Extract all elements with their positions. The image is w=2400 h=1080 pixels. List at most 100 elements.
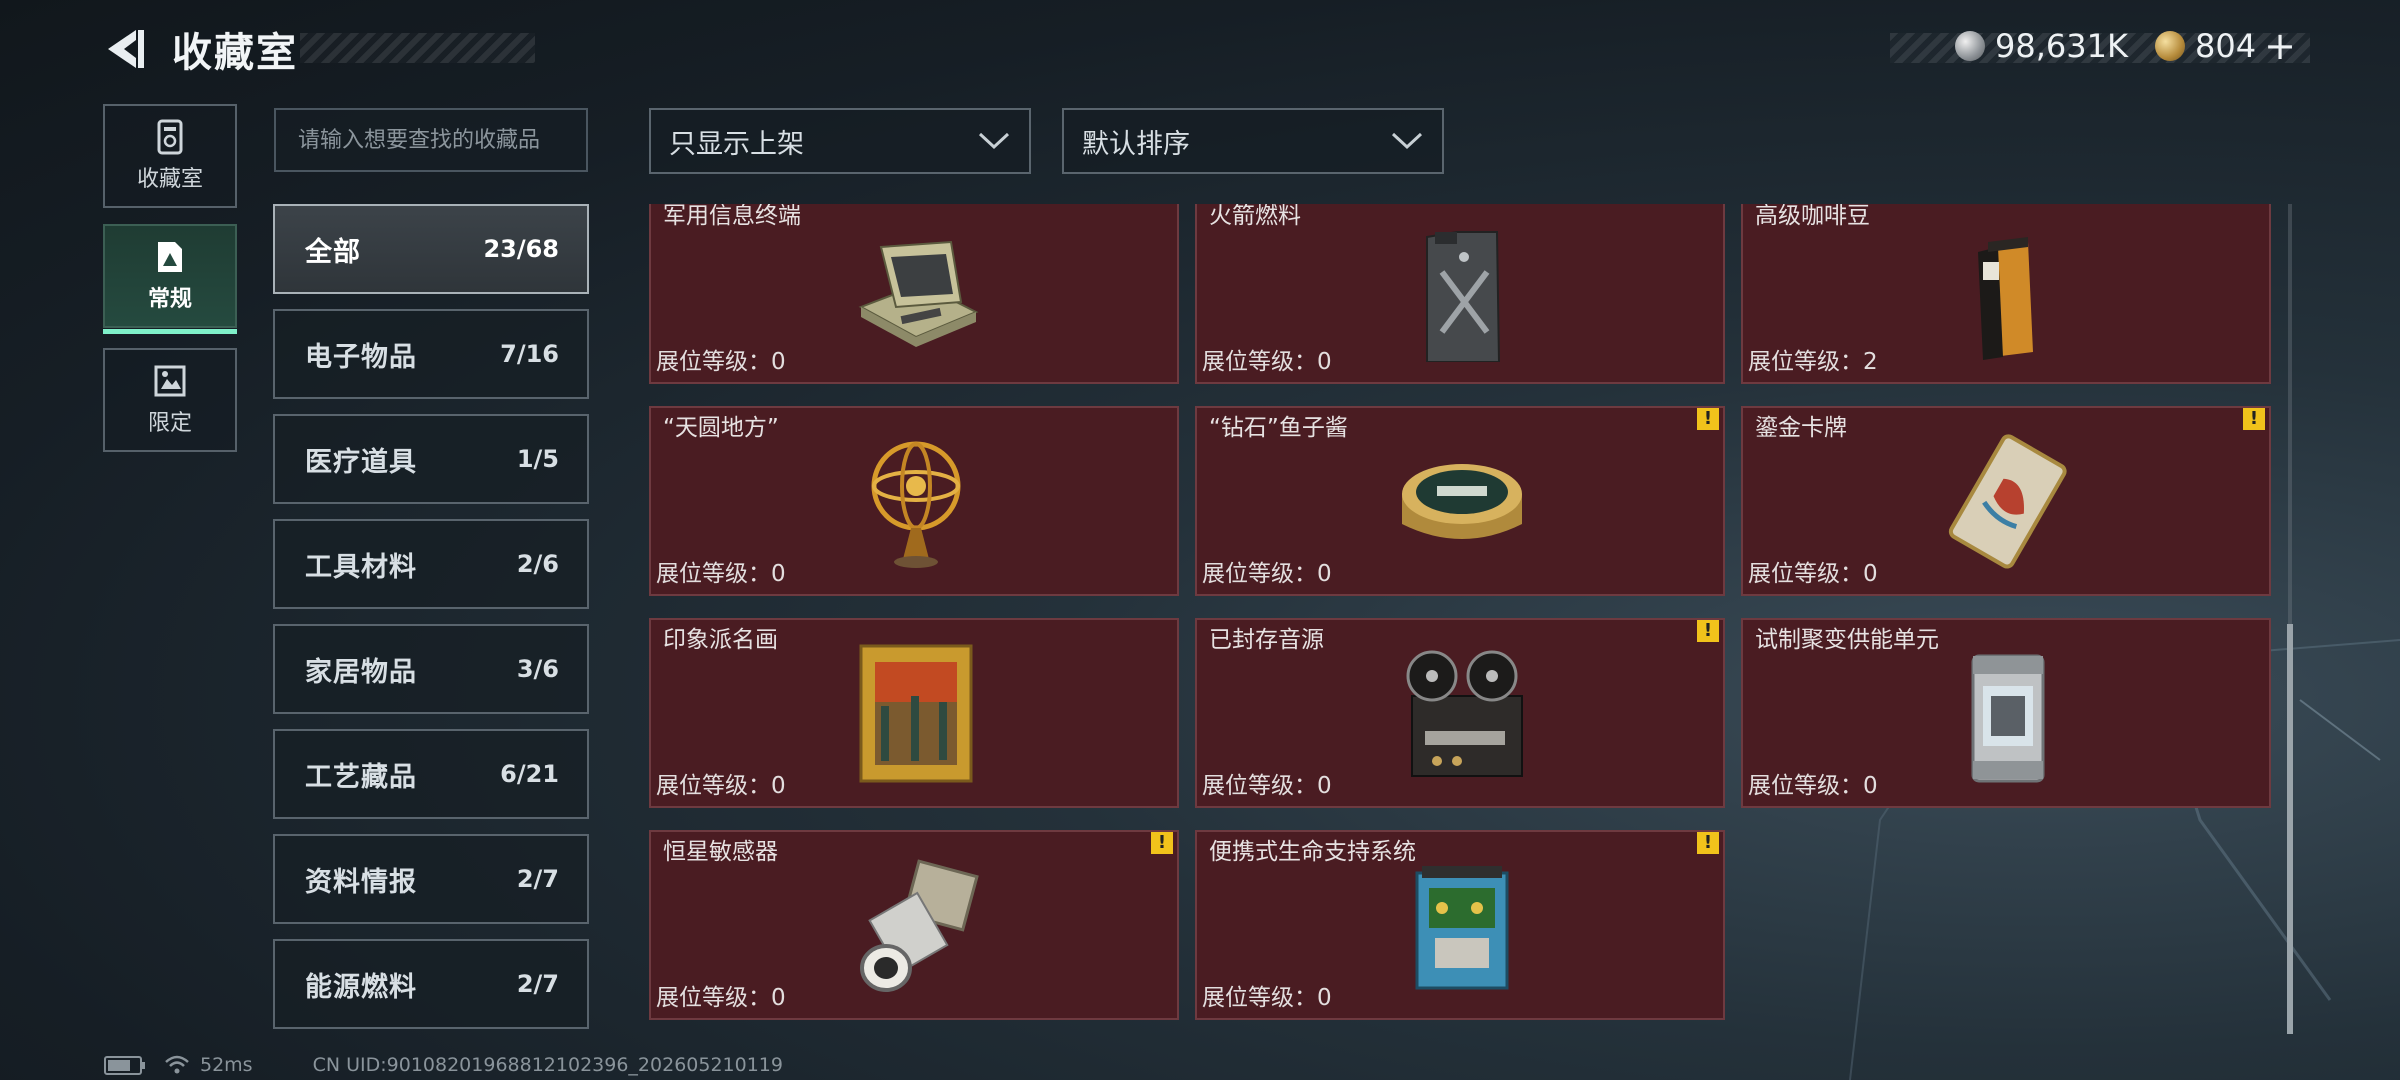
collection-grid: 军用信息终端 展位等级：0 火箭燃料 展位等级：0 高级咖啡豆 展位等级：2 “… xyxy=(649,204,2273,1030)
side-tab-regular[interactable]: 常规 xyxy=(103,224,237,334)
gold-card-icon xyxy=(1948,434,2067,569)
star-sensor-icon xyxy=(860,859,979,992)
category-count: 6/21 xyxy=(500,760,559,788)
warning-badge: ! xyxy=(1697,408,1719,430)
back-button[interactable] xyxy=(100,26,150,72)
item-level: 展位等级：0 xyxy=(1202,349,1332,375)
silver-currency: 98,631K xyxy=(1955,26,2128,66)
warning-badge: ! xyxy=(2243,408,2265,430)
wifi-icon xyxy=(165,1055,189,1074)
fuel-can-icon xyxy=(1426,231,1501,362)
category-energy[interactable]: 能源燃料 2/7 xyxy=(273,939,589,1029)
collection-card-rocket-fuel[interactable]: 火箭燃料 展位等级：0 xyxy=(1195,204,1725,384)
category-name: 工艺藏品 xyxy=(305,761,417,793)
item-name: 火箭燃料 xyxy=(1209,204,1301,229)
item-name: 便携式生命支持系统 xyxy=(1209,839,1416,865)
caviar-tin-icon xyxy=(1402,464,1522,539)
ping-text: 52ms xyxy=(200,1054,253,1076)
back-arrow-icon xyxy=(108,30,144,68)
category-home[interactable]: 家居物品 3/6 xyxy=(273,624,589,714)
category-medical[interactable]: 医疗道具 1/5 xyxy=(273,414,589,504)
collection-card-sealed-audio[interactable]: 已封存音源 ! 展位等级：0 xyxy=(1195,618,1725,808)
category-name: 家居物品 xyxy=(305,656,417,688)
warning-badge: ! xyxy=(1151,832,1173,854)
item-name: 已封存音源 xyxy=(1209,627,1324,653)
side-tab-limited[interactable]: 限定 xyxy=(103,348,237,452)
item-name: 高级咖啡豆 xyxy=(1755,204,1870,229)
category-electronics[interactable]: 电子物品 7/16 xyxy=(273,309,589,399)
terminal-icon xyxy=(858,240,979,347)
page-title: 收藏室 xyxy=(172,30,298,76)
status-bar: 52ms CN UID:90108201968812102396_2026052… xyxy=(104,1052,783,1078)
item-level: 展位等级：0 xyxy=(656,349,786,375)
collection-card-coffee-beans[interactable]: 高级咖啡豆 展位等级：2 xyxy=(1741,204,2271,384)
item-level: 展位等级：0 xyxy=(1748,561,1878,587)
category-count: 23/68 xyxy=(483,235,559,263)
sort-value: 默认排序 xyxy=(1082,128,1190,160)
category-name: 电子物品 xyxy=(305,341,417,373)
side-tab-label: 限定 xyxy=(147,411,192,436)
warning-badge: ! xyxy=(1697,832,1719,854)
item-level: 展位等级：0 xyxy=(1748,773,1878,799)
item-level: 展位等级：0 xyxy=(656,773,786,799)
category-intel[interactable]: 资料情报 2/7 xyxy=(273,834,589,924)
silver-amount: 98,631K xyxy=(1995,27,2128,65)
silver-coin-icon xyxy=(1955,31,1985,61)
collection-card-gold-card[interactable]: 鎏金卡牌 ! 展位等级：0 xyxy=(1741,406,2271,596)
item-name: 鎏金卡牌 xyxy=(1755,415,1847,441)
collection-card-fusion-unit[interactable]: 试制聚变供能单元 展位等级：0 xyxy=(1741,618,2271,808)
item-level: 展位等级：0 xyxy=(1202,561,1332,587)
gold-currency: 804 + xyxy=(2155,24,2296,68)
category-count: 2/7 xyxy=(516,865,559,893)
category-name: 工具材料 xyxy=(305,551,417,583)
category-crafts[interactable]: 工艺藏品 6/21 xyxy=(273,729,589,819)
collection-card-armillary[interactable]: “天圆地方” 展位等级：0 xyxy=(649,406,1179,596)
title-decoration xyxy=(300,33,535,63)
armillary-sphere-icon xyxy=(871,441,961,568)
category-count: 3/6 xyxy=(516,655,559,683)
life-support-icon xyxy=(1415,866,1509,990)
display-filter-dropdown[interactable]: 只显示上架 xyxy=(649,108,1031,174)
category-name: 资料情报 xyxy=(305,866,417,898)
side-tab-collection[interactable]: 收藏室 xyxy=(103,104,237,208)
gold-coin-icon xyxy=(2155,31,2185,61)
item-name: 军用信息终端 xyxy=(663,204,801,229)
battery-icon xyxy=(104,1055,145,1075)
collection-card-painting[interactable]: 印象派名画 展位等级：0 xyxy=(649,618,1179,808)
collection-card-caviar[interactable]: “钻石”鱼子酱 ! 展位等级：0 xyxy=(1195,406,1725,596)
sort-dropdown[interactable]: 默认排序 xyxy=(1062,108,1444,174)
collection-card-star-sensor[interactable]: 恒星敏感器 ! 展位等级：0 xyxy=(649,830,1179,1020)
category-count: 7/16 xyxy=(500,340,559,368)
gold-amount: 804 xyxy=(2195,27,2257,65)
item-level: 展位等级：0 xyxy=(1202,985,1332,1011)
collection-icon xyxy=(157,119,183,155)
category-all[interactable]: 全部 23/68 xyxy=(273,204,589,294)
scrollbar-thumb[interactable] xyxy=(2287,624,2293,1034)
side-tab-label: 收藏室 xyxy=(136,167,203,192)
tape-recorder-icon xyxy=(1406,650,1523,777)
category-name: 全部 xyxy=(305,236,361,268)
painting-icon xyxy=(859,644,973,783)
regular-icon xyxy=(158,242,182,272)
category-name: 能源燃料 xyxy=(305,971,417,1003)
chevron-down-icon xyxy=(1391,132,1423,150)
add-currency-button[interactable]: + xyxy=(2264,24,2296,68)
category-count: 1/5 xyxy=(516,445,559,473)
search-input[interactable] xyxy=(274,108,588,172)
warning-badge: ! xyxy=(1697,620,1719,642)
coffee-bag-icon xyxy=(1978,237,2033,360)
item-level: 展位等级：0 xyxy=(656,561,786,587)
item-name: “钻石”鱼子酱 xyxy=(1209,415,1348,441)
category-tools[interactable]: 工具材料 2/6 xyxy=(273,519,589,609)
category-count: 2/7 xyxy=(516,970,559,998)
item-name: 试制聚变供能单元 xyxy=(1755,627,1939,653)
fusion-cell-icon xyxy=(1971,654,2045,783)
item-name: 恒星敏感器 xyxy=(663,839,778,865)
category-name: 医疗道具 xyxy=(305,446,417,478)
chevron-down-icon xyxy=(978,132,1010,150)
side-tab-label: 常规 xyxy=(147,287,192,312)
collection-card-life-support[interactable]: 便携式生命支持系统 ! 展位等级：0 xyxy=(1195,830,1725,1020)
item-name: “天圆地方” xyxy=(663,415,779,441)
item-name: 印象派名画 xyxy=(663,627,778,653)
collection-card-military-terminal[interactable]: 军用信息终端 展位等级：0 xyxy=(649,204,1179,384)
